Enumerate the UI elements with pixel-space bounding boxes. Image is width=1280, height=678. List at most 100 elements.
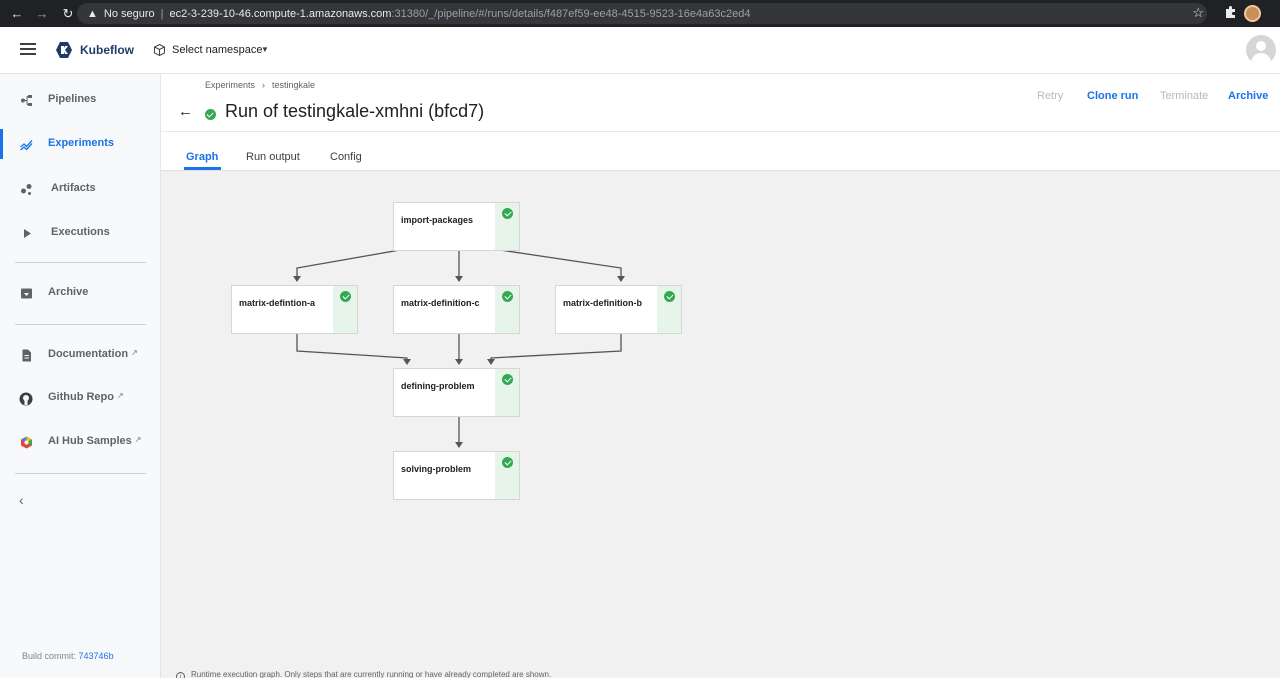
node-label: matrix-definition-c	[401, 298, 480, 308]
sidebar-item-ai-hub[interactable]: AI Hub Samples ↗	[0, 427, 160, 457]
sidebar-item-archive[interactable]: Archive	[0, 278, 160, 308]
sidebar-item-label: Artifacts	[51, 182, 96, 194]
tab-run-output[interactable]: Run output	[246, 151, 300, 163]
info-icon: i	[176, 672, 185, 678]
check-circle-icon	[502, 457, 513, 468]
edge-matrix-b-to-defining	[490, 333, 622, 360]
check-circle-icon	[502, 291, 513, 302]
app-header: Kubeflow Select namespace ▼	[0, 27, 1280, 74]
namespace-selector[interactable]: Select namespace	[172, 44, 263, 56]
browser-forward-icon[interactable]: →	[33, 6, 51, 21]
sidebar-item-label: Executions	[51, 226, 110, 238]
tab-config[interactable]: Config	[330, 151, 362, 163]
edge-matrix-a-to-defining	[296, 333, 408, 360]
user-avatar[interactable]	[1246, 35, 1276, 65]
check-circle-icon	[340, 291, 351, 302]
build-commit: Build commit: 743746b	[22, 651, 114, 661]
external-link-icon: ↗	[134, 435, 142, 444]
ai-hub-icon	[21, 436, 32, 449]
browser-toolbar: ← → ↻ ▲ No seguro | ec2-3-239-10-46.comp…	[0, 0, 1280, 27]
edge-import-to-matrix-a	[296, 249, 401, 277]
build-commit-label: Build commit:	[22, 651, 77, 661]
back-arrow-icon[interactable]: ←	[178, 103, 193, 120]
artifacts-icon	[21, 184, 32, 195]
sidebar: Pipelines Experiments Artifacts Executio…	[0, 74, 161, 678]
sidebar-item-experiments[interactable]: Experiments	[0, 129, 160, 159]
external-link-icon: ↗	[131, 348, 138, 357]
sidebar-item-label: Archive	[48, 286, 89, 298]
build-commit-link[interactable]: 743746b	[79, 651, 114, 661]
run-header: Experiments › testingkale ← Run of testing…	[161, 74, 1280, 132]
graph-info-text: Runtime execution graph. Only steps that…	[191, 670, 552, 678]
url-path: :31380/_/pipeline/#/runs/details/f487ef5…	[391, 7, 751, 20]
sidebar-divider	[15, 262, 146, 263]
sidebar-item-label: Documentation ↗	[48, 348, 138, 360]
document-icon	[22, 349, 31, 362]
run-tabs: Graph Run output Config	[161, 132, 1280, 171]
url-separator: |	[160, 7, 164, 20]
pipelines-icon	[21, 95, 32, 106]
sidebar-item-pipelines[interactable]: Pipelines	[0, 85, 160, 115]
browser-profile-avatar[interactable]	[1244, 5, 1261, 22]
check-circle-icon	[664, 291, 675, 302]
clone-run-button[interactable]: Clone run	[1087, 90, 1138, 102]
collapse-sidebar-icon[interactable]: ‹	[19, 492, 24, 508]
github-icon	[19, 392, 33, 406]
graph-node-matrix-definition-c[interactable]: matrix-definition-c	[393, 285, 520, 334]
caret-down-icon[interactable]: ▼	[261, 45, 269, 54]
warning-icon: ▲	[87, 7, 98, 20]
sidebar-item-documentation[interactable]: Documentation ↗	[0, 340, 160, 370]
sidebar-divider	[15, 324, 146, 325]
terminate-button[interactable]: Terminate	[1160, 90, 1208, 102]
node-label: import-packages	[401, 215, 474, 225]
retry-button[interactable]: Retry	[1037, 90, 1063, 102]
graph-node-solving-problem[interactable]: solving-problem	[393, 451, 520, 500]
experiments-icon	[20, 140, 33, 151]
check-circle-icon	[502, 374, 513, 385]
graph-node-matrix-defintion-a[interactable]: matrix-defintion-a	[231, 285, 358, 334]
browser-back-icon[interactable]: ←	[8, 6, 26, 21]
graph-node-import-packages[interactable]: import-packages	[393, 202, 520, 251]
sidebar-item-artifacts[interactable]: Artifacts	[0, 174, 160, 204]
edge-import-to-matrix-b	[499, 249, 622, 277]
address-bar[interactable]: ▲ No seguro | ec2-3-239-10-46.compute-1.…	[77, 3, 1207, 24]
insecure-label: No seguro	[103, 7, 155, 20]
kubeflow-logo-icon	[56, 42, 72, 58]
sidebar-item-label: Pipelines	[48, 93, 97, 105]
pipeline-graph: import-packages matrix-defintion-a matri…	[161, 171, 1280, 678]
tab-indicator	[184, 167, 221, 170]
graph-edges	[293, 249, 625, 448]
tab-graph[interactable]: Graph	[186, 151, 218, 163]
sidebar-item-label: Github Repo ↗	[48, 391, 124, 403]
app-title[interactable]: Kubeflow	[80, 43, 134, 57]
sidebar-item-label: AI Hub Samples ↗	[48, 435, 142, 447]
archive-button[interactable]: Archive	[1228, 90, 1268, 102]
breadcrumb-experiment[interactable]: testingkale	[272, 80, 315, 90]
sidebar-item-github[interactable]: Github Repo ↗	[0, 383, 160, 413]
url-host: ec2-3-239-10-46.compute-1.amazonaws.com	[169, 7, 392, 20]
graph-node-matrix-definition-b[interactable]: matrix-definition-b	[555, 285, 682, 334]
sidebar-item-executions[interactable]: Executions	[0, 218, 160, 248]
node-label: defining-problem	[401, 381, 475, 391]
breadcrumb: Experiments › testingkale	[205, 80, 315, 90]
sidebar-divider	[15, 473, 146, 474]
external-link-icon: ↗	[117, 391, 124, 400]
graph-node-defining-problem[interactable]: defining-problem	[393, 368, 520, 417]
success-status-icon	[205, 109, 216, 120]
menu-icon[interactable]	[20, 43, 36, 55]
check-circle-icon	[502, 208, 513, 219]
executions-icon	[24, 229, 31, 238]
browser-reload-icon[interactable]: ↻	[59, 6, 77, 22]
breadcrumb-experiments[interactable]: Experiments	[205, 80, 255, 90]
breadcrumb-separator: ›	[262, 80, 266, 90]
namespace-cube-icon	[154, 44, 165, 56]
page-title: Run of testingkale-xmhni (bfcd7)	[225, 101, 485, 121]
node-label: matrix-definition-b	[563, 298, 642, 308]
extensions-puzzle-icon[interactable]	[1224, 6, 1236, 19]
sidebar-item-label: Experiments	[48, 137, 115, 149]
graph-info-note: i Runtime execution graph. Only steps tha…	[176, 670, 551, 678]
archive-icon	[21, 288, 32, 299]
node-label: matrix-defintion-a	[239, 298, 316, 308]
node-label: solving-problem	[401, 464, 472, 474]
bookmark-star-icon[interactable]: ☆	[1192, 5, 1204, 21]
